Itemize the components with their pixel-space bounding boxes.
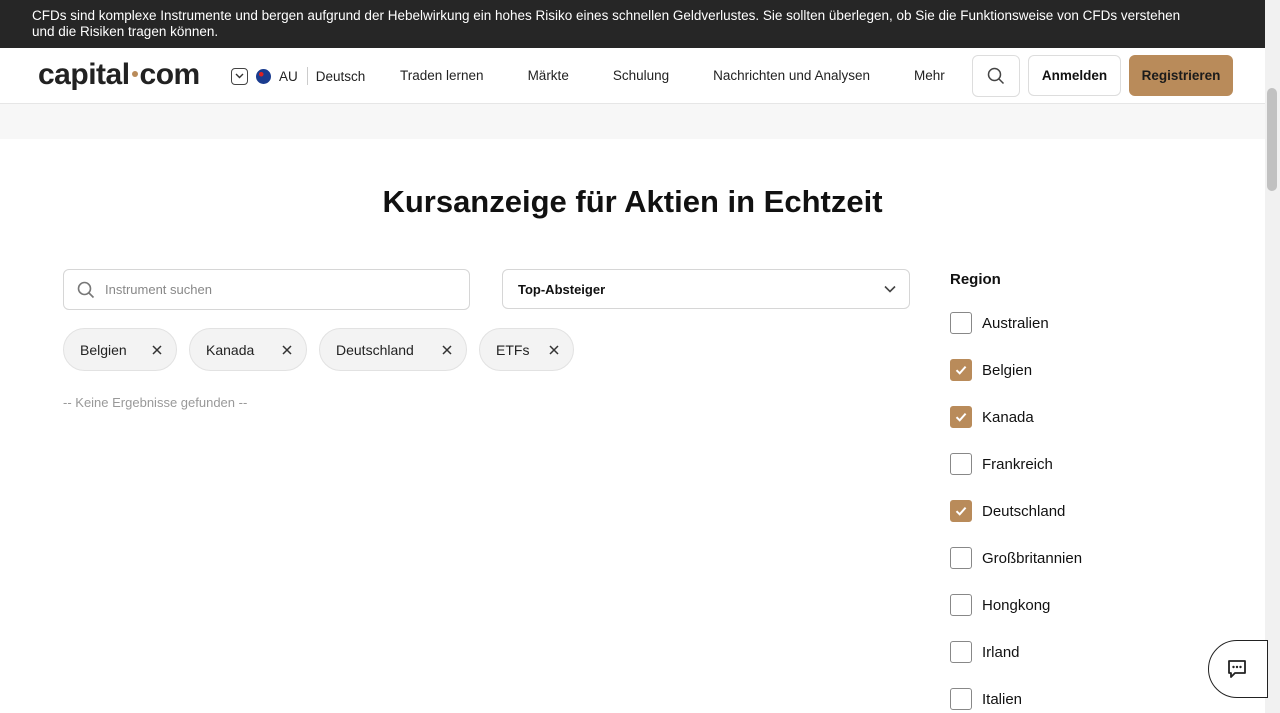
region-label: Irland bbox=[982, 643, 1020, 661]
no-results-message: -- Keine Ergebnisse gefunden -- bbox=[63, 395, 248, 410]
nav-item-maerkte[interactable]: Märkte bbox=[528, 68, 569, 83]
page-title: Kursanzeige für Aktien in Echtzeit bbox=[382, 184, 883, 219]
region-label: Hongkong bbox=[982, 596, 1051, 614]
checkmark-icon bbox=[955, 412, 967, 422]
chip-label: Kanada bbox=[206, 341, 255, 358]
nav-item-schulung[interactable]: Schulung bbox=[613, 68, 669, 83]
region-option[interactable]: Italien bbox=[950, 688, 1022, 710]
page-scrollbar[interactable] bbox=[1265, 0, 1280, 713]
region-label: Belgien bbox=[982, 361, 1033, 379]
region-option[interactable]: Frankreich bbox=[950, 453, 1053, 475]
filter-chip-belgien: Belgien bbox=[63, 328, 177, 371]
capital-com-logo[interactable]: capital com bbox=[38, 58, 200, 92]
sort-selected-value: Top-Absteiger bbox=[518, 281, 606, 297]
nav-item-nachrichten[interactable]: Nachrichten und Analysen bbox=[713, 68, 870, 83]
site-header: capital com AU Deutsch Traden lernen Märk… bbox=[0, 48, 1265, 104]
filter-chip-deutschland: Deutschland bbox=[319, 328, 467, 371]
region-label: Frankreich bbox=[982, 455, 1053, 473]
logo-text-right: com bbox=[139, 58, 201, 91]
header-search-button[interactable] bbox=[972, 55, 1020, 97]
region-checkbox[interactable] bbox=[950, 547, 972, 569]
nav-item-traden-lernen[interactable]: Traden lernen bbox=[400, 68, 484, 83]
logo-dot bbox=[131, 71, 138, 78]
region-checkbox[interactable] bbox=[950, 312, 972, 334]
close-icon[interactable] bbox=[280, 343, 294, 357]
chat-support-button[interactable] bbox=[1208, 640, 1268, 698]
region-checkbox[interactable] bbox=[950, 594, 972, 616]
region-label: Australien bbox=[982, 314, 1049, 332]
region-checkbox[interactable] bbox=[950, 359, 972, 381]
filter-chip-kanada: Kanada bbox=[189, 328, 307, 371]
header-spacer-strip bbox=[0, 104, 1265, 139]
logo-text-left: capital bbox=[38, 58, 130, 91]
register-button[interactable]: Registrieren bbox=[1129, 55, 1233, 96]
scrollbar-thumb[interactable] bbox=[1267, 88, 1277, 191]
risk-warning-line-2: und die Risiken tragen können. bbox=[32, 24, 219, 39]
region-checkbox[interactable] bbox=[950, 406, 972, 428]
region-checkbox[interactable] bbox=[950, 688, 972, 710]
region-code: AU bbox=[279, 68, 298, 84]
region-option[interactable]: Hongkong bbox=[950, 594, 1050, 616]
checkmark-icon bbox=[955, 506, 967, 516]
close-icon[interactable] bbox=[150, 343, 164, 357]
instrument-search-field[interactable] bbox=[63, 269, 470, 310]
region-label: Deutschland bbox=[982, 502, 1066, 520]
region-option[interactable]: Australien bbox=[950, 312, 1049, 334]
region-option[interactable]: Kanada bbox=[950, 406, 1034, 428]
region-divider bbox=[306, 67, 308, 85]
risk-warning-banner: CFDs sind komplexe Instrumente und berge… bbox=[0, 0, 1265, 48]
region-checkbox[interactable] bbox=[950, 641, 972, 663]
chat-bubble-icon bbox=[1227, 660, 1246, 678]
australia-flag-icon bbox=[256, 68, 271, 84]
risk-warning-line-1: CFDs sind komplexe Instrumente und berge… bbox=[32, 8, 1181, 23]
chip-label: ETFs bbox=[496, 341, 530, 358]
region-option[interactable]: Belgien bbox=[950, 359, 1032, 381]
region-option[interactable]: Großbritannien bbox=[950, 547, 1082, 569]
close-icon[interactable] bbox=[440, 343, 454, 357]
sort-dropdown[interactable]: Top-Absteiger bbox=[502, 269, 910, 309]
instrument-search-input[interactable] bbox=[105, 282, 445, 297]
chip-label: Deutschland bbox=[336, 341, 414, 358]
region-checkbox[interactable] bbox=[950, 500, 972, 522]
region-filter-heading: Region bbox=[950, 271, 1001, 288]
region-label: Italien bbox=[982, 690, 1023, 708]
checkmark-icon bbox=[955, 365, 967, 375]
region-label: Großbritannien bbox=[982, 549, 1083, 567]
nav-item-mehr[interactable]: Mehr bbox=[914, 68, 945, 83]
chevron-down-icon bbox=[884, 285, 896, 293]
search-icon bbox=[77, 281, 95, 298]
login-button[interactable]: Anmelden bbox=[1028, 55, 1121, 96]
search-icon bbox=[987, 67, 1005, 85]
main-navigation: Traden lernen Märkte Schulung Nachrichte… bbox=[400, 68, 945, 83]
filter-chip-etfs: ETFs bbox=[479, 328, 574, 371]
close-icon[interactable] bbox=[547, 343, 561, 357]
region-language-picker[interactable]: AU Deutsch bbox=[231, 67, 365, 85]
region-checkbox[interactable] bbox=[950, 453, 972, 475]
chip-label: Belgien bbox=[80, 341, 127, 358]
chevron-down-icon[interactable] bbox=[231, 67, 248, 85]
region-label: Kanada bbox=[982, 408, 1034, 426]
region-option[interactable]: Irland bbox=[950, 641, 1020, 663]
region-option[interactable]: Deutschland bbox=[950, 500, 1065, 522]
language-label[interactable]: Deutsch bbox=[316, 69, 366, 84]
